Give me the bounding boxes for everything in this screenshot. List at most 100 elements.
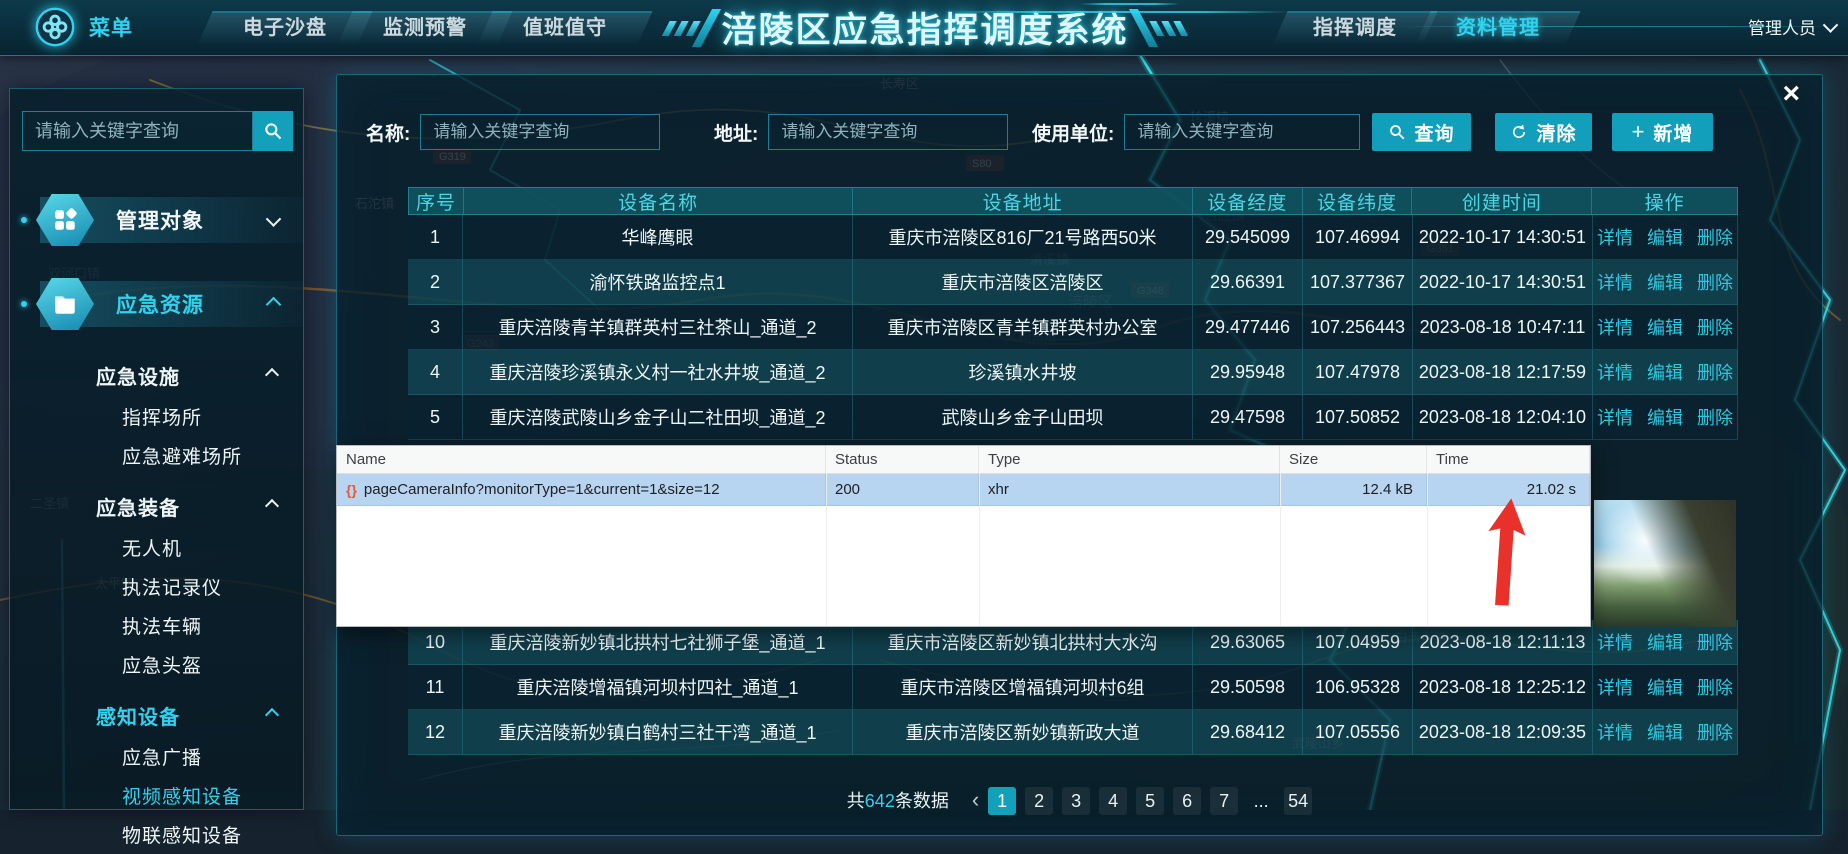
action-link[interactable]: 详情 [1597, 359, 1633, 385]
action-link[interactable]: 编辑 [1647, 359, 1683, 385]
action-link[interactable]: 编辑 [1647, 404, 1683, 430]
table-cell: 2022-10-17 14:30:51 [1413, 260, 1593, 305]
name-filter-input[interactable] [420, 114, 660, 150]
table-cell: 华峰鹰眼 [463, 215, 853, 260]
action-link[interactable]: 编辑 [1647, 629, 1683, 655]
network-header-cell: Type [979, 446, 1280, 473]
add-button[interactable]: + 新增 [1612, 113, 1713, 151]
action-link[interactable]: 删除 [1697, 719, 1733, 745]
menu-button[interactable]: 菜单 [34, 6, 133, 48]
tree-item[interactable]: 物联感知设备 [10, 815, 303, 854]
group-label: 应急资源 [116, 289, 204, 319]
action-link[interactable]: 删除 [1697, 674, 1733, 700]
action-link[interactable]: 详情 [1597, 674, 1633, 700]
action-link[interactable]: 编辑 [1647, 674, 1683, 700]
tree-item[interactable]: 执法记录仪 [10, 567, 303, 606]
action-link[interactable]: 删除 [1697, 359, 1733, 385]
sidebar-search-button[interactable] [253, 111, 293, 151]
close-icon[interactable]: × [1782, 79, 1800, 109]
table-cell: 2022-10-17 14:30:51 [1413, 215, 1593, 260]
tree-item[interactable]: 应急装备 [10, 484, 303, 528]
tree-item[interactable]: 无人机 [10, 528, 303, 567]
action-link[interactable]: 编辑 [1647, 224, 1683, 250]
title-left-decoration [656, 9, 721, 47]
action-link[interactable]: 详情 [1597, 314, 1633, 340]
request-type-cell: xhr [979, 474, 1280, 505]
action-link[interactable]: 编辑 [1647, 314, 1683, 340]
filter-using-unit: 使用单位: [1032, 113, 1360, 151]
tree-item-label: 感知设备 [96, 701, 180, 730]
tree-item-label: 执法车辆 [122, 612, 202, 639]
tree-item[interactable]: 应急头盔 [10, 645, 303, 684]
table-row-actions: 详情编辑删除 [1593, 665, 1738, 710]
filter-name: 名称: [366, 113, 660, 151]
table-cell: 重庆市涪陵区新妙镇新政大道 [853, 710, 1193, 755]
page-ellipsis: ... [1247, 787, 1275, 815]
page-button[interactable]: 2 [1025, 787, 1053, 815]
network-request-row[interactable]: {} pageCameraInfo?monitorType=1&current=… [337, 474, 1590, 506]
query-button[interactable]: 查询 [1372, 113, 1471, 151]
tree-item[interactable]: 应急避难场所 [10, 436, 303, 475]
filter-address: 地址: [714, 113, 1008, 151]
title-right-decoration [1128, 9, 1193, 47]
page-button[interactable]: 5 [1136, 787, 1164, 815]
action-link[interactable]: 删除 [1697, 629, 1733, 655]
action-link[interactable]: 详情 [1597, 404, 1633, 430]
tree-item[interactable]: 应急设施 [10, 353, 303, 397]
action-link[interactable]: 删除 [1697, 269, 1733, 295]
page-button[interactable]: 54 [1284, 787, 1312, 815]
table-cell: 29.50598 [1193, 665, 1303, 710]
table-cell: 29.545099 [1193, 215, 1303, 260]
sidebar-group-management-objects[interactable]: 管理对象 [10, 195, 303, 245]
table-cell: 重庆涪陵新妙镇白鹤村三社干湾_通道_1 [463, 710, 853, 755]
page-button[interactable]: 6 [1173, 787, 1201, 815]
tree-item-label: 执法记录仪 [122, 573, 222, 600]
table-cell: 2023-08-18 12:17:59 [1413, 350, 1593, 395]
table-cell: 重庆市涪陵区816厂21号路西50米 [853, 215, 1193, 260]
table-row: 4重庆涪陵珍溪镇永义村一社水井坡_通道_2珍溪镇水井坡29.95948107.4… [408, 350, 1738, 395]
page-button[interactable]: 1 [988, 787, 1016, 815]
action-link[interactable]: 详情 [1597, 269, 1633, 295]
action-link[interactable]: 编辑 [1647, 719, 1683, 745]
tree-item[interactable]: 应急广播 [10, 737, 303, 776]
menu-label: 菜单 [89, 12, 133, 42]
tree-item[interactable]: 执法车辆 [10, 606, 303, 645]
chevron-up-icon [265, 708, 279, 722]
action-link[interactable]: 删除 [1697, 404, 1733, 430]
table-cell: 重庆市涪陵区涪陵区 [853, 260, 1193, 305]
table-cell: 重庆市涪陵区增福镇河坝村6组 [853, 665, 1193, 710]
table-cell: 3 [408, 305, 463, 350]
clear-button[interactable]: 清除 [1495, 113, 1592, 151]
action-link[interactable]: 删除 [1697, 314, 1733, 340]
tab-command-dispatch[interactable]: 指挥调度 [1280, 11, 1430, 45]
page-button[interactable]: 7 [1210, 787, 1238, 815]
page-button[interactable]: 3 [1062, 787, 1090, 815]
table-cell: 5 [408, 395, 463, 440]
tree-item[interactable]: 感知设备 [10, 693, 303, 737]
title-zone: 涪陵区应急指挥调度系统 [615, 0, 1235, 55]
action-link[interactable]: 编辑 [1647, 269, 1683, 295]
previous-page-button[interactable]: ‹ [972, 787, 979, 813]
menu-logo-icon [34, 6, 76, 48]
action-link[interactable]: 删除 [1697, 224, 1733, 250]
network-header-cell: Size [1280, 446, 1427, 473]
request-name-cell: {} pageCameraInfo?monitorType=1&current=… [337, 474, 826, 505]
header-accent-line [950, 11, 1290, 13]
sidebar-group-emergency-resources[interactable]: 应急资源 [10, 279, 303, 329]
sidebar-search-input[interactable] [22, 111, 253, 151]
action-link[interactable]: 详情 [1597, 719, 1633, 745]
action-link[interactable]: 详情 [1597, 224, 1633, 250]
page-button[interactable]: 4 [1099, 787, 1127, 815]
tree-item[interactable]: 视频感知设备 [10, 776, 303, 815]
tree-item-label: 应急头盔 [122, 651, 202, 678]
tree-item[interactable]: 指挥场所 [10, 397, 303, 436]
action-link[interactable]: 详情 [1597, 629, 1633, 655]
using-unit-filter-input[interactable] [1124, 114, 1360, 150]
address-filter-input[interactable] [768, 114, 1008, 150]
table-header-cell: 创建时间 [1412, 188, 1592, 214]
tab-data-management[interactable]: 资料管理 [1423, 11, 1573, 45]
table-cell: 107.05556 [1303, 710, 1413, 755]
table-row-actions: 详情编辑删除 [1593, 215, 1738, 260]
request-size-cell: 12.4 kB [1280, 474, 1427, 505]
chevron-up-icon [265, 368, 279, 382]
